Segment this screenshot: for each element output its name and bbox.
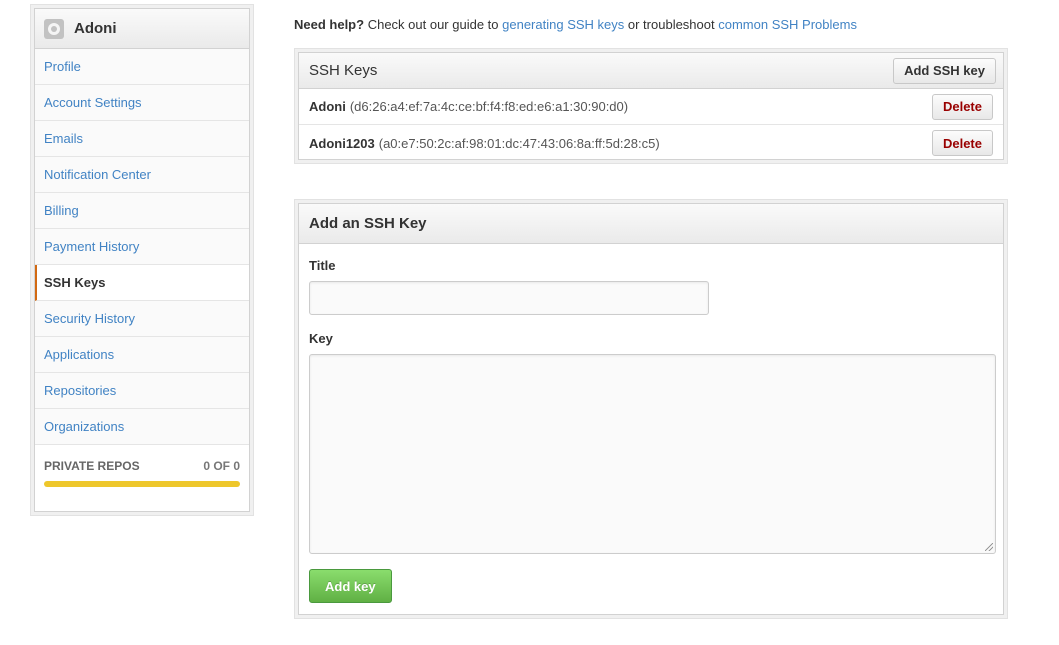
sidebar-item-applications[interactable]: Applications bbox=[35, 337, 249, 373]
key-textarea[interactable] bbox=[309, 354, 996, 554]
sidebar-item-payment-history[interactable]: Payment History bbox=[35, 229, 249, 265]
sidebar-item-ssh-keys[interactable]: SSH Keys bbox=[35, 265, 249, 301]
private-repos-progress-bar bbox=[44, 481, 240, 487]
sidebar-nav: Profile Account Settings Emails Notificatio… bbox=[35, 49, 249, 445]
sidebar-item-profile[interactable]: Profile bbox=[35, 49, 249, 85]
resize-grip-icon[interactable] bbox=[985, 543, 993, 551]
sidebar-item-emails[interactable]: Emails bbox=[35, 121, 249, 157]
ssh-key-row: Adoni (d6:26:a4:ef:7a:4c:ce:bf:f4:f8:ed:e… bbox=[299, 89, 1003, 125]
ssh-key-info: Adoni (d6:26:a4:ef:7a:4c:ce:bf:f4:f8:ed:e… bbox=[309, 99, 628, 114]
ssh-key-fingerprint: (d6:26:a4:ef:7a:4c:ce:bf:f4:f8:ed:e6:a1:… bbox=[349, 99, 629, 114]
generating-ssh-keys-link[interactable]: generating SSH keys bbox=[502, 17, 624, 32]
sidebar-item-repositories[interactable]: Repositories bbox=[35, 373, 249, 409]
add-ssh-key-header: Add an SSH Key bbox=[299, 204, 1003, 244]
sidebar-item-billing[interactable]: Billing bbox=[35, 193, 249, 229]
help-text: Need help? Check out our guide to genera… bbox=[294, 17, 857, 32]
add-ssh-key-form: Title Key Add key bbox=[299, 244, 1003, 613]
add-key-button[interactable]: Add key bbox=[309, 569, 392, 603]
ssh-key-list: Adoni (d6:26:a4:ef:7a:4c:ce:bf:f4:f8:ed:e… bbox=[299, 89, 1003, 161]
sidebar-item-security-history[interactable]: Security History bbox=[35, 301, 249, 337]
ssh-key-fingerprint: (a0:e7:50:2c:af:98:01:dc:47:43:06:8a:ff:… bbox=[378, 135, 660, 151]
avatar bbox=[44, 18, 64, 39]
ssh-key-name: Adoni bbox=[309, 99, 346, 114]
ssh-key-row: Adoni1203 (a0:e7:50:2c:af:98:01:dc:47:43:… bbox=[299, 125, 1003, 161]
ssh-keys-box: SSH Keys Add SSH key Adoni (d6:26:a4:ef:7… bbox=[294, 48, 1008, 164]
octocat-icon bbox=[48, 22, 60, 35]
settings-sidebar: Adoni Profile Account Settings Emails Notif… bbox=[30, 4, 254, 516]
add-ssh-key-title: Add an SSH Key bbox=[309, 215, 427, 232]
ssh-keys-header: SSH Keys Add SSH key bbox=[299, 53, 1003, 89]
help-text-2: or troubleshoot bbox=[627, 17, 715, 32]
delete-key-button[interactable]: Delete bbox=[931, 130, 993, 156]
private-repos-meter: PRIVATE REPOS 0 OF 0 bbox=[35, 445, 249, 487]
ssh-key-info: Adoni1203 (a0:e7:50:2c:af:98:01:dc:47:43:… bbox=[309, 136, 660, 151]
help-bold: Need help? bbox=[294, 17, 365, 32]
add-ssh-key-box: Add an SSH Key Title Key Add key bbox=[294, 199, 1008, 619]
private-repos-count: 0 OF 0 bbox=[203, 459, 240, 473]
sidebar-item-account-settings[interactable]: Account Settings bbox=[35, 85, 249, 121]
title-label: Title bbox=[309, 258, 336, 273]
title-input[interactable] bbox=[309, 281, 709, 315]
private-repos-label: PRIVATE REPOS bbox=[44, 459, 140, 473]
delete-key-button[interactable]: Delete bbox=[931, 93, 993, 120]
private-repos-progress-fill bbox=[44, 481, 240, 487]
common-ssh-problems-link[interactable]: common SSH Problems bbox=[718, 17, 857, 32]
add-ssh-key-button[interactable]: Add SSH key bbox=[893, 57, 996, 84]
ssh-key-name: Adoni1203 bbox=[309, 135, 375, 151]
username: Adoni bbox=[74, 20, 117, 37]
sidebar-item-organizations[interactable]: Organizations bbox=[35, 409, 249, 445]
ssh-keys-title: SSH Keys bbox=[309, 62, 378, 79]
key-label: Key bbox=[309, 331, 333, 346]
settings-sidebar-panel: Adoni Profile Account Settings Emails Notif… bbox=[34, 8, 250, 512]
help-text-1: Check out our guide to bbox=[367, 17, 499, 32]
sidebar-item-notification-center[interactable]: Notification Center bbox=[35, 157, 249, 193]
sidebar-header: Adoni bbox=[35, 9, 249, 49]
